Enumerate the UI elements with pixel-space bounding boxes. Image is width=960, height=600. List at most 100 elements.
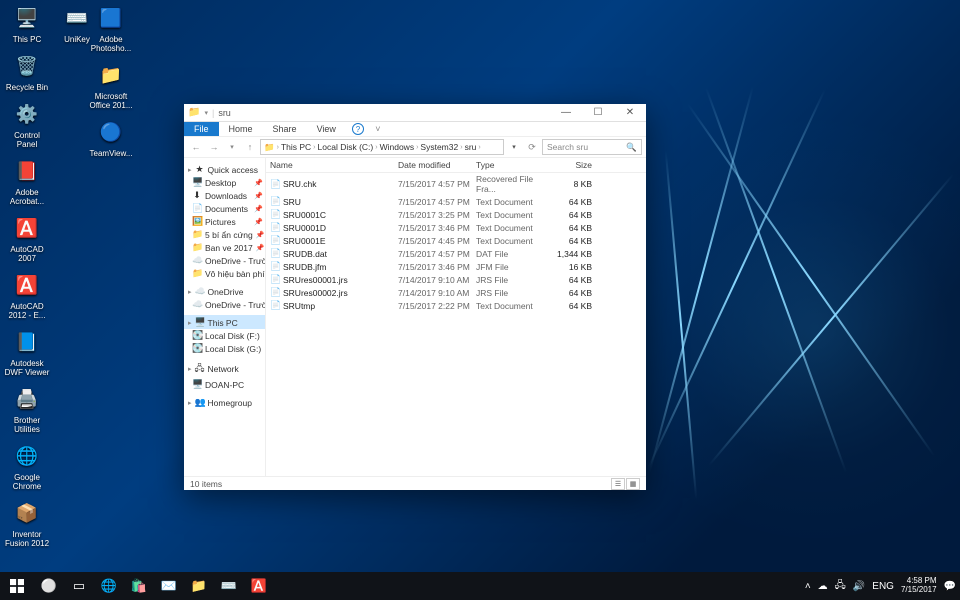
- table-row[interactable]: 📄SRUres00001.jrs7/14/2017 9:10 AMJRS Fil…: [266, 273, 646, 286]
- nav-item[interactable]: 🖥️DOAN-PC: [184, 378, 265, 391]
- tray-volume-icon[interactable]: 🔊: [853, 581, 865, 592]
- view-large-button[interactable]: ▦: [626, 478, 640, 490]
- breadcrumb-dropdown-icon[interactable]: ▾: [506, 139, 522, 155]
- tray-expand-icon[interactable]: ˄: [805, 581, 811, 592]
- tray-notifications-icon[interactable]: 💬: [944, 581, 956, 592]
- chevron-right-icon[interactable]: ›: [478, 144, 480, 151]
- nav-item[interactable]: ☁️OneDrive - Trường Đ.: [184, 298, 265, 311]
- table-row[interactable]: 📄SRUres00002.jrs7/14/2017 9:10 AMJRS Fil…: [266, 286, 646, 299]
- nav-back-icon[interactable]: ←: [188, 139, 204, 155]
- tray-lang[interactable]: ENG: [872, 581, 894, 592]
- ribbon-tab-share[interactable]: Share: [263, 122, 307, 136]
- nav-item[interactable]: 🖥️Desktop📌: [184, 176, 265, 189]
- table-row[interactable]: 📄SRUtmp7/15/2017 2:22 PMText Document64 …: [266, 299, 646, 312]
- table-row[interactable]: 📄SRU0001E7/15/2017 4:45 PMText Document6…: [266, 234, 646, 247]
- desktop-icon[interactable]: 🅰️AutoCAD 2012 - E...: [3, 270, 51, 320]
- col-size[interactable]: Size: [544, 160, 594, 170]
- wallpaper-lightrays: [630, 50, 910, 450]
- col-date[interactable]: Date modified: [396, 160, 474, 170]
- column-headers[interactable]: Name Date modified Type Size: [266, 158, 646, 173]
- file-list-pane: Name Date modified Type Size 📄SRU.chk7/1…: [266, 158, 646, 476]
- chevron-right-icon[interactable]: ›: [416, 144, 418, 151]
- nav-item[interactable]: ⬇Downloads📌: [184, 189, 265, 202]
- desktop-icon[interactable]: 🅰️AutoCAD 2007: [3, 213, 51, 263]
- taskbar-store-icon[interactable]: 🛍️: [124, 572, 154, 600]
- nav-item[interactable]: 📁Vô hiệu bàn phím: [184, 267, 265, 280]
- table-row[interactable]: 📄SRU0001D7/15/2017 3:46 PMText Document6…: [266, 221, 646, 234]
- nav-group-label: This PC: [208, 318, 238, 328]
- chevron-right-icon[interactable]: ›: [460, 144, 462, 151]
- quickaccess-dropdown-icon[interactable]: ▾: [204, 109, 208, 117]
- refresh-icon[interactable]: ⟳: [524, 139, 540, 155]
- desktop-icon[interactable]: 🗑️Recycle Bin: [3, 51, 51, 92]
- table-row[interactable]: 📄SRUDB.jfm7/15/2017 3:46 PMJFM File16 KB: [266, 260, 646, 273]
- nav-item[interactable]: 💽Local Disk (G:): [184, 342, 265, 355]
- breadcrumb-item[interactable]: This PC: [281, 142, 311, 152]
- search-input[interactable]: Search sru 🔍: [542, 139, 642, 155]
- nav-item[interactable]: ☁️OneDrive - Trường I: [184, 254, 265, 267]
- ribbon-tab-view[interactable]: View: [307, 122, 346, 136]
- desktop-icon[interactable]: 🔵TeamView...: [87, 117, 135, 158]
- chevron-right-icon[interactable]: ›: [313, 144, 315, 151]
- nav-forward-icon[interactable]: →: [206, 139, 222, 155]
- ribbon-tab-file[interactable]: File: [184, 122, 219, 136]
- nav-group[interactable]: ▸🖧Network: [184, 359, 265, 378]
- desktop-icon[interactable]: 🌐Google Chrome: [3, 441, 51, 491]
- taskbar-unikey-icon[interactable]: ⌨️: [214, 572, 244, 600]
- desktop-icon[interactable]: 🖥️This PC: [3, 3, 51, 44]
- minimize-button[interactable]: —: [550, 104, 582, 122]
- navigation-pane: ▸★Quick access🖥️Desktop📌⬇Downloads📌📄Docu…: [184, 158, 266, 476]
- breadcrumb-item[interactable]: System32: [420, 142, 458, 152]
- nav-group[interactable]: ▸☁️OneDrive: [184, 284, 265, 298]
- tray-clock[interactable]: 4:58 PM 7/15/2017: [901, 577, 937, 595]
- taskbar-explorer-icon[interactable]: 📁: [184, 572, 214, 600]
- help-icon[interactable]: ?: [352, 123, 364, 135]
- tray-network-icon[interactable]: 🖧: [835, 578, 846, 595]
- desktop-icon-label: Microsoft Office 201...: [87, 92, 135, 110]
- breadcrumb-item[interactable]: Windows: [380, 142, 414, 152]
- desktop-icon[interactable]: ⚙️Control Panel: [3, 99, 51, 149]
- breadcrumb[interactable]: 📁 › This PC›Local Disk (C:)›Windows›Syst…: [260, 139, 504, 155]
- close-button[interactable]: ✕: [614, 104, 646, 122]
- nav-history-dropdown-icon[interactable]: ▾: [224, 139, 240, 155]
- desktop-icon[interactable]: 🖨️Brother Utilities: [3, 384, 51, 434]
- start-button[interactable]: [0, 572, 34, 600]
- nav-group[interactable]: ▸🖥️This PC: [184, 315, 265, 329]
- ribbon-tab-home[interactable]: Home: [219, 122, 263, 136]
- table-row[interactable]: 📄SRU0001C7/15/2017 3:25 PMText Document6…: [266, 208, 646, 221]
- table-row[interactable]: 📄SRU.chk7/15/2017 4:57 PMRecovered File …: [266, 173, 646, 195]
- nav-item[interactable]: 📁5 bí ẩn cứng📌: [184, 228, 265, 241]
- desktop-icon[interactable]: 📕Adobe Acrobat...: [3, 156, 51, 206]
- titlebar[interactable]: 📁 ▾ | sru — ☐ ✕: [184, 104, 646, 122]
- desktop-icon[interactable]: 📘Autodesk DWF Viewer: [3, 327, 51, 377]
- desktop-icon[interactable]: 🟦Adobe Photosho...: [87, 3, 135, 53]
- table-row[interactable]: 📄SRUDB.dat7/15/2017 4:57 PMDAT File1,344…: [266, 247, 646, 260]
- taskbar-chrome-icon[interactable]: 🌐: [94, 572, 124, 600]
- breadcrumb-item[interactable]: Local Disk (C:): [318, 142, 374, 152]
- ribbon-collapse-icon[interactable]: ˅: [370, 122, 386, 136]
- nav-item[interactable]: 📁Ban ve 2017📌: [184, 241, 265, 254]
- maximize-button[interactable]: ☐: [582, 104, 614, 122]
- nav-item[interactable]: 📄Documents📌: [184, 202, 265, 215]
- file-icon: 📄: [270, 196, 280, 207]
- desktop-icon-glyph: 🖨️: [12, 384, 42, 414]
- nav-group[interactable]: ▸★Quick access: [184, 162, 265, 176]
- chevron-right-icon[interactable]: ›: [375, 144, 377, 151]
- nav-item[interactable]: 💽Local Disk (F:): [184, 329, 265, 342]
- taskbar-autocad-icon[interactable]: 🅰️: [244, 572, 274, 600]
- nav-group[interactable]: ▸👥Homegroup: [184, 395, 265, 409]
- desktop-icon[interactable]: 📦Inventor Fusion 2012: [3, 498, 51, 548]
- nav-item[interactable]: 🖼️Pictures📌: [184, 215, 265, 228]
- taskbar-mail-icon[interactable]: ✉️: [154, 572, 184, 600]
- nav-up-icon[interactable]: ↑: [242, 139, 258, 155]
- taskbar-taskview-icon[interactable]: ▭: [64, 572, 94, 600]
- taskbar-search-icon[interactable]: ⚪: [34, 572, 64, 600]
- desktop-icon[interactable]: 📁Microsoft Office 201...: [87, 60, 135, 110]
- tray-onedrive-icon[interactable]: ☁: [818, 581, 828, 592]
- col-type[interactable]: Type: [474, 160, 544, 170]
- breadcrumb-item[interactable]: sru: [465, 142, 477, 152]
- col-name[interactable]: Name: [266, 160, 396, 170]
- table-row[interactable]: 📄SRU7/15/2017 4:57 PMText Document64 KB: [266, 195, 646, 208]
- view-details-button[interactable]: ☰: [611, 478, 625, 490]
- chevron-right-icon[interactable]: ›: [277, 144, 279, 151]
